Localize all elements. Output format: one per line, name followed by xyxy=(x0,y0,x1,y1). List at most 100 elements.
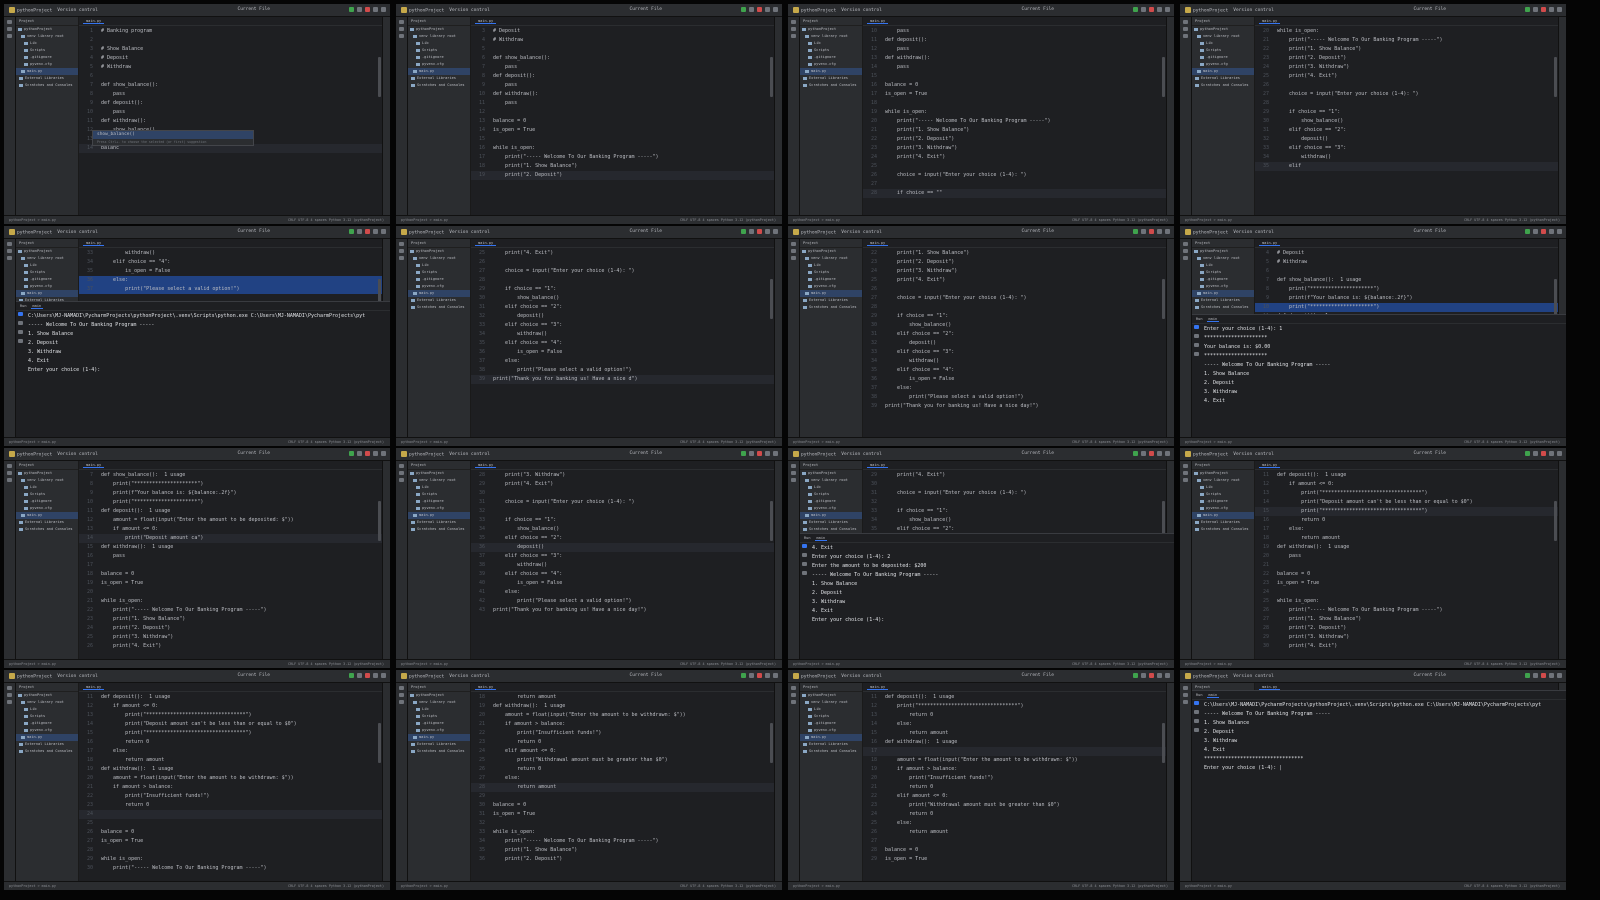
project-switcher[interactable]: pythonProject xyxy=(401,6,444,13)
stop-icon[interactable] xyxy=(1149,451,1154,456)
breadcrumb[interactable]: pythonProject > main.py xyxy=(793,216,840,224)
code-line[interactable]: 7 def show_balance(): 1 usage xyxy=(79,471,382,480)
settings-icon[interactable] xyxy=(1557,451,1562,456)
tree-item[interactable]: Lib xyxy=(408,262,470,269)
debug-icon[interactable] xyxy=(749,451,754,456)
tree-item[interactable]: Lib xyxy=(16,40,78,47)
code-line[interactable]: 25 print("3. Withdraw") xyxy=(79,633,382,642)
project-tool-icon[interactable] xyxy=(7,20,12,24)
tree-item[interactable]: Lib xyxy=(408,484,470,491)
code-line[interactable]: 17 print("----- Welcome To Our Banking P… xyxy=(471,153,774,162)
structure-tool-icon[interactable] xyxy=(7,27,12,31)
code-line[interactable]: 25 xyxy=(863,162,1166,171)
editor-scrollbar[interactable] xyxy=(1162,279,1165,319)
run-config-selector[interactable]: Current File xyxy=(1413,673,1446,678)
more-tools-icon[interactable] xyxy=(791,478,796,482)
code-line[interactable]: 18 print("1. Show Balance") xyxy=(471,162,774,171)
tree-item[interactable]: pythonProject xyxy=(1192,470,1254,477)
code-line[interactable]: 12 pass xyxy=(863,45,1166,54)
autocomplete-popup[interactable]: show_balance() Press Ctrl+. to choose the… xyxy=(92,130,254,146)
code-line[interactable]: 26 choice = input("Enter your choice (1-… xyxy=(863,171,1166,180)
tree-item[interactable]: main.py xyxy=(408,68,470,75)
breadcrumb[interactable]: pythonProject > main.py xyxy=(9,216,56,224)
code-line[interactable]: 27 choice = input("Enter your choice (1-… xyxy=(471,267,774,276)
code-line[interactable]: 13 def withdraw(): xyxy=(863,54,1166,63)
tree-item[interactable]: pyvenv.cfg xyxy=(408,727,470,734)
breadcrumb[interactable]: pythonProject > main.py xyxy=(401,438,448,446)
code-line[interactable]: 25 print("Withdrawal amount must be grea… xyxy=(471,756,774,765)
code-line[interactable]: 30 print("----- Welcome To Our Banking P… xyxy=(79,864,382,873)
more-tools-icon[interactable] xyxy=(7,478,12,482)
stop-icon[interactable] xyxy=(1194,710,1199,714)
version-control-menu[interactable]: Version control xyxy=(1233,452,1274,457)
scroll-end-icon[interactable] xyxy=(18,330,23,334)
tree-item[interactable]: Scripts xyxy=(1192,491,1254,498)
code-line[interactable]: 27 xyxy=(863,837,1166,846)
code-line[interactable]: 22 print("1. Show Balance") xyxy=(1255,45,1558,54)
tree-item[interactable]: .gitignore xyxy=(408,276,470,283)
breadcrumb[interactable]: pythonProject > main.py xyxy=(1185,882,1232,890)
code-line[interactable]: 29 print("3. Withdraw") xyxy=(1255,633,1558,642)
project-panel-header[interactable]: Project xyxy=(408,683,470,692)
code-line[interactable]: 29 print("4. Exit") xyxy=(863,471,1166,480)
stop-icon[interactable] xyxy=(1149,229,1154,234)
run-icon[interactable] xyxy=(1525,229,1530,234)
code-line[interactable]: 10 print("*********************") xyxy=(79,498,382,507)
tree-item[interactable]: Scripts xyxy=(16,713,78,720)
code-line[interactable]: 17 else: xyxy=(79,747,382,756)
stop-icon[interactable] xyxy=(1541,451,1546,456)
tree-item[interactable]: External Libraries xyxy=(16,741,78,748)
editor-scrollbar[interactable] xyxy=(770,723,773,763)
code-line[interactable]: 14 print("Deposit amount ca") xyxy=(79,534,382,543)
code-line[interactable]: 32 xyxy=(863,498,1166,507)
code-line[interactable]: 26 xyxy=(1255,81,1558,90)
code-line[interactable]: 12 if amount <= 0: xyxy=(79,702,382,711)
search-icon[interactable] xyxy=(1549,7,1554,12)
code-line[interactable]: 33 if choice == "1": xyxy=(471,516,774,525)
tree-item[interactable]: pyvenv.cfg xyxy=(408,505,470,512)
code-area[interactable]: 7 def show_balance(): 1 usage 8 print("***… xyxy=(79,471,382,659)
more-tools-icon[interactable] xyxy=(7,700,12,704)
code-line[interactable]: 23 print("3. Withdraw") xyxy=(863,144,1166,153)
code-line[interactable]: 6 def show_balance(): xyxy=(471,54,774,63)
tree-item[interactable]: venv library root xyxy=(800,255,862,262)
tree-item[interactable]: .gitignore xyxy=(1192,54,1254,61)
code-line[interactable]: 25 xyxy=(79,819,382,828)
run-icon[interactable] xyxy=(741,673,746,678)
code-line[interactable]: 15 xyxy=(863,72,1166,81)
version-control-menu[interactable]: Version control xyxy=(841,8,882,13)
code-line[interactable]: 20 print("----- Welcome To Our Banking P… xyxy=(863,117,1166,126)
code-line[interactable]: 20 print("Insufficient funds!") xyxy=(863,774,1166,783)
code-area[interactable]: 25 print("4. Exit") 26 27 choice = input("… xyxy=(471,249,774,437)
code-line[interactable]: 27 else: xyxy=(471,774,774,783)
settings-icon[interactable] xyxy=(1165,229,1170,234)
debug-icon[interactable] xyxy=(749,7,754,12)
code-line[interactable]: 28 if choice == "" xyxy=(863,189,1166,198)
tree-item[interactable]: Lib xyxy=(1192,484,1254,491)
project-panel-header[interactable]: Project xyxy=(16,239,78,248)
code-line[interactable]: 17 xyxy=(863,747,1166,756)
breadcrumb[interactable]: pythonProject > main.py xyxy=(1185,216,1232,224)
settings-icon[interactable] xyxy=(1165,7,1170,12)
structure-tool-icon[interactable] xyxy=(791,249,796,253)
code-line[interactable]: 18 return amount xyxy=(1255,534,1558,543)
code-line[interactable]: 26 return amount xyxy=(863,828,1166,837)
code-line[interactable]: 19 print("2. Deposit") xyxy=(471,171,774,180)
more-tools-icon[interactable] xyxy=(7,256,12,260)
run-icon[interactable] xyxy=(1525,673,1530,678)
tree-item[interactable]: pythonProject xyxy=(16,692,78,699)
code-line[interactable]: 39 print("Thank you for banking us! Have … xyxy=(863,402,1166,411)
code-line[interactable]: 40 is_open = False xyxy=(471,579,774,588)
tree-item[interactable]: Lib xyxy=(800,484,862,491)
tree-item[interactable]: pyvenv.cfg xyxy=(800,505,862,512)
editor-scrollbar[interactable] xyxy=(378,501,381,541)
tree-item[interactable]: Lib xyxy=(800,40,862,47)
stop-icon[interactable] xyxy=(757,673,762,678)
code-line[interactable]: 10 pass xyxy=(863,27,1166,36)
code-line[interactable]: 18 balance = 0 xyxy=(79,570,382,579)
code-line[interactable]: 16 while is_open: xyxy=(471,144,774,153)
breadcrumb[interactable]: pythonProject > main.py xyxy=(401,660,448,668)
structure-tool-icon[interactable] xyxy=(7,693,12,697)
tree-item[interactable]: Scripts xyxy=(408,269,470,276)
tree-item[interactable]: Scratches and Consoles xyxy=(16,748,78,755)
